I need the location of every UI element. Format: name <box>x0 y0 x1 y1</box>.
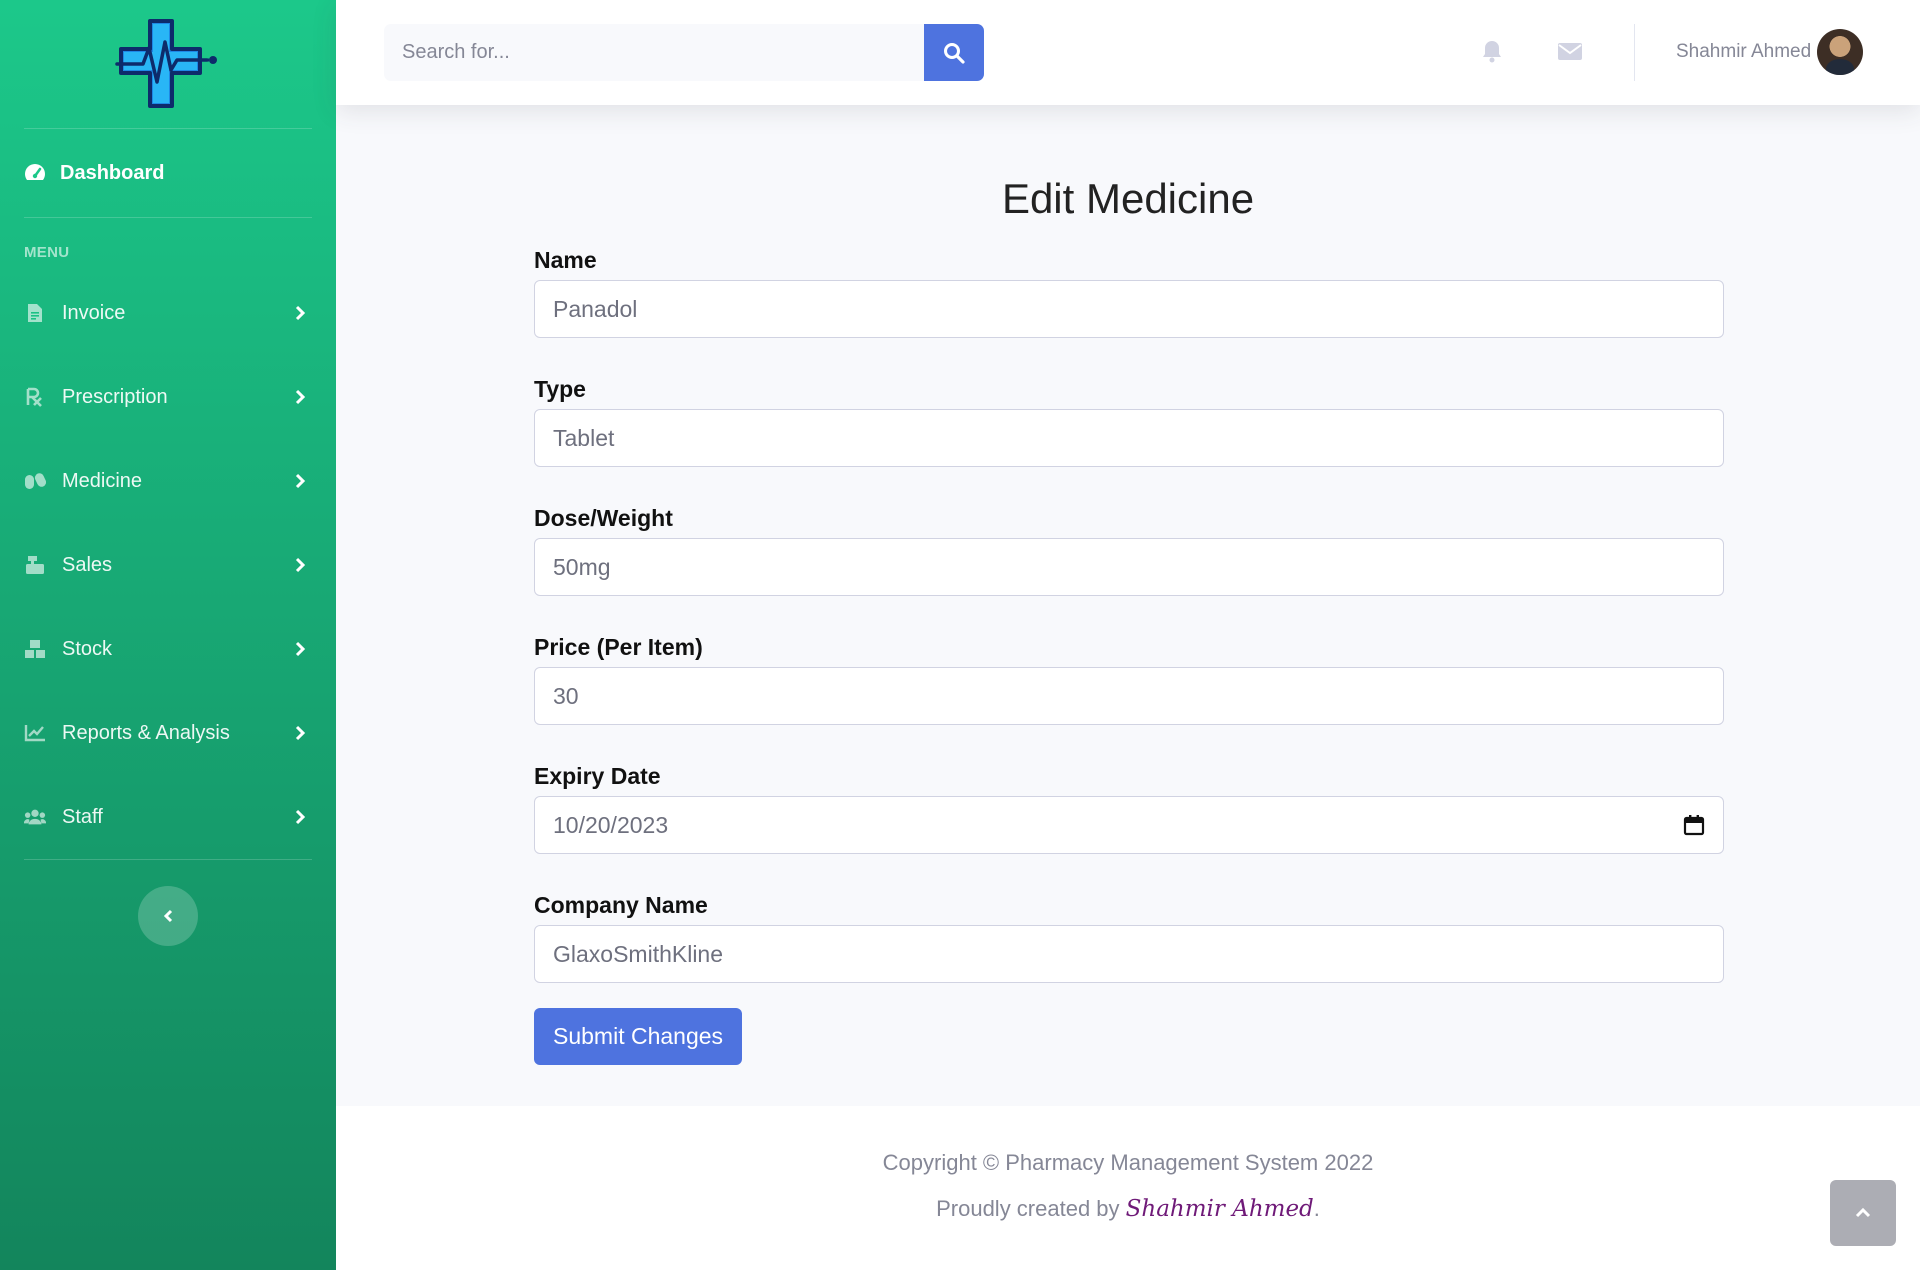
chevron-right-icon <box>295 557 306 573</box>
price-label: Price (Per Item) <box>534 634 703 660</box>
dose-label: Dose/Weight <box>534 505 673 531</box>
type-input[interactable]: Tablet <box>534 409 1724 467</box>
name-field-group: Name Panadol <box>534 240 1724 338</box>
credit-author-link[interactable]: Shahmir Ahmed <box>1126 1196 1314 1222</box>
dose-input[interactable]: 50mg <box>534 538 1724 596</box>
capsules-icon <box>24 470 46 492</box>
chevron-right-icon <box>295 809 306 825</box>
chevron-right-icon <box>295 725 306 741</box>
avatar <box>1817 29 1864 75</box>
sidebar-item-label: Dashboard <box>60 161 165 184</box>
copyright-text: Copyright © Pharmacy Management System 2… <box>882 1150 1374 1175</box>
dose-value: 50mg <box>553 553 611 580</box>
sidebar-item-invoice[interactable]: Invoice <box>0 271 336 355</box>
sidebar-item-label: Sales <box>62 553 113 576</box>
name-label: Name <box>534 247 597 273</box>
sidebar-toggle-button[interactable] <box>138 886 198 946</box>
expiry-value: 10/20/2023 <box>553 811 669 838</box>
user-menu[interactable]: Shahmir Ahmed <box>1676 29 1864 75</box>
sidebar-item-reports[interactable]: Reports & Analysis <box>0 691 336 775</box>
sidebar-item-label: Medicine <box>62 469 143 492</box>
sidebar-item-dashboard[interactable]: Dashboard <box>0 129 336 217</box>
page-title: Edit Medicine <box>1001 175 1255 222</box>
user-name: Shahmir Ahmed <box>1676 41 1812 62</box>
messages-button[interactable] <box>1555 36 1585 66</box>
sidebar-item-staff[interactable]: Staff <box>0 775 336 859</box>
sidebar-item-medicine[interactable]: Medicine <box>0 439 336 523</box>
price-value: 30 <box>553 682 579 709</box>
search-input[interactable] <box>384 24 924 81</box>
alerts-button[interactable] <box>1477 36 1507 66</box>
search-icon <box>944 42 965 64</box>
company-input[interactable]: GlaxoSmithKline <box>534 925 1724 983</box>
chevron-up-icon <box>1855 1207 1871 1218</box>
sidebar-item-label: Invoice <box>62 301 126 324</box>
sidebar-item-label: Prescription <box>62 385 168 408</box>
prescription-icon <box>24 386 46 408</box>
credit-suffix: . <box>1313 1196 1320 1221</box>
edit-medicine-form: Name Panadol Type Tablet Dose/Weight 50m… <box>534 240 1724 1065</box>
main-content: Edit Medicine Name Panadol Type Tablet D… <box>336 105 1920 1105</box>
company-value: GlaxoSmithKline <box>553 940 724 967</box>
credit-prefix: Proudly created by <box>936 1196 1126 1221</box>
price-field-group: Price (Per Item) 30 <box>534 627 1724 725</box>
sidebar-section-heading: MENU <box>24 244 70 261</box>
scroll-to-top-button[interactable] <box>1830 1180 1896 1246</box>
cash-register-icon <box>24 554 46 576</box>
name-value: Panadol <box>553 295 638 322</box>
name-input[interactable]: Panadol <box>534 280 1724 338</box>
dose-field-group: Dose/Weight 50mg <box>534 498 1724 596</box>
sidebar-item-prescription[interactable]: Prescription <box>0 355 336 439</box>
tachometer-icon <box>25 164 45 180</box>
submit-changes-button[interactable]: Submit Changes <box>534 1008 743 1065</box>
bell-icon <box>1483 41 1501 63</box>
expiry-date-input[interactable]: 10/20/2023 <box>534 796 1724 854</box>
sidebar-item-label: Staff <box>62 805 103 828</box>
chevron-right-icon <box>295 389 306 405</box>
users-icon <box>24 806 46 828</box>
chevron-right-icon <box>295 641 306 657</box>
type-value: Tablet <box>553 424 615 451</box>
calendar-icon[interactable] <box>1683 814 1705 836</box>
boxes-icon <box>24 638 46 660</box>
sidebar-item-stock[interactable]: Stock <box>0 607 336 691</box>
sidebar: Dashboard MENU Invoice Prescription Medi… <box>0 0 336 1270</box>
chevron-right-icon <box>295 305 306 321</box>
brand-logo-link[interactable] <box>0 0 336 128</box>
topbar-divider <box>1634 24 1635 81</box>
credit-text: Proudly created by Shahmir Ahmed. <box>336 1196 1920 1222</box>
company-field-group: Company Name GlaxoSmithKline <box>534 885 1724 983</box>
chevron-left-icon <box>163 909 173 923</box>
type-label: Type <box>534 376 586 402</box>
chevron-right-icon <box>295 473 306 489</box>
search-form <box>384 24 984 81</box>
sidebar-item-sales[interactable]: Sales <box>0 523 336 607</box>
expiry-field-group: Expiry Date 10/20/2023 <box>534 756 1724 854</box>
company-label: Company Name <box>534 892 708 918</box>
search-button[interactable] <box>924 24 984 81</box>
file-invoice-icon <box>24 302 46 324</box>
chart-line-icon <box>24 722 46 744</box>
sidebar-item-label: Stock <box>62 637 113 660</box>
topbar: Shahmir Ahmed <box>336 0 1920 105</box>
envelope-icon <box>1558 43 1582 60</box>
expiry-label: Expiry Date <box>534 763 661 789</box>
price-input[interactable]: 30 <box>534 667 1724 725</box>
medical-cross-logo-icon <box>115 19 217 108</box>
type-field-group: Type Tablet <box>534 369 1724 467</box>
sidebar-item-label: Reports & Analysis <box>62 721 230 744</box>
footer: Copyright © Pharmacy Management System 2… <box>336 1106 1920 1270</box>
